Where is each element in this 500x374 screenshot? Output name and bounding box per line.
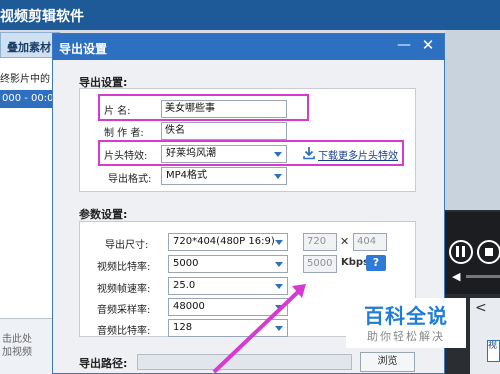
annotation-arrow (212, 284, 306, 374)
